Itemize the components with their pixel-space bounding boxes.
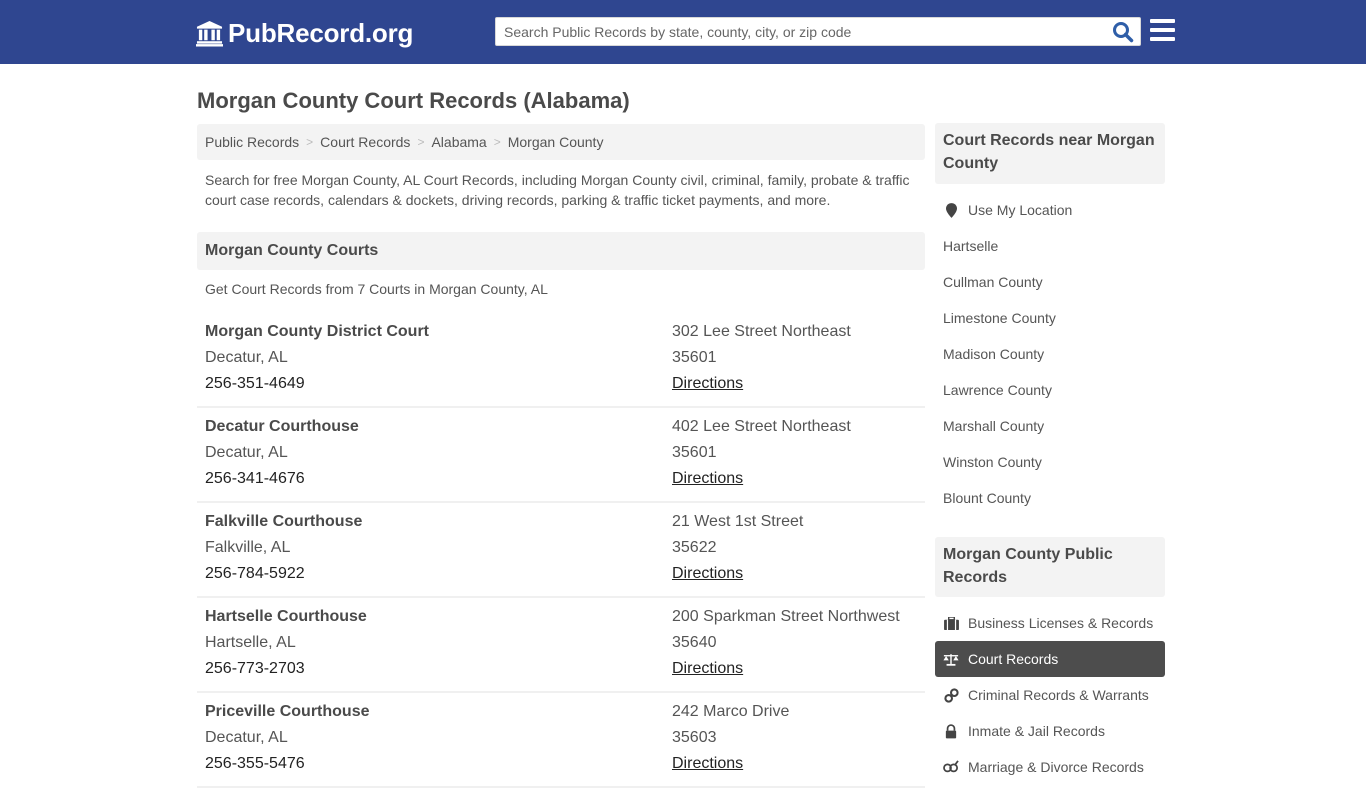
nearby-records-title: Court Records near Morgan County bbox=[935, 123, 1165, 184]
court-name: Morgan County District Court bbox=[205, 323, 429, 340]
courts-list: Morgan County District Court Decatur, AL… bbox=[197, 313, 925, 788]
nearby-item-madison-county[interactable]: Madison County bbox=[935, 336, 1165, 372]
nearby-list: Use My Location Hartselle Cullman County… bbox=[935, 192, 1165, 516]
top-navbar: PubRecord.org bbox=[0, 0, 1366, 64]
public-item-label: Court Records bbox=[968, 651, 1059, 667]
briefcase-icon bbox=[943, 615, 959, 631]
court-city: Decatur, AL bbox=[205, 349, 288, 366]
court-address: 402 Lee Street Northeast bbox=[672, 418, 851, 435]
public-records-list: Business Licenses & Records Court Record… bbox=[935, 605, 1165, 785]
use-my-location-label: Use My Location bbox=[968, 202, 1073, 218]
court-address: 200 Sparkman Street Northwest bbox=[672, 608, 900, 625]
court-address: 302 Lee Street Northeast bbox=[672, 323, 851, 340]
brand-name: PubRecord.org bbox=[228, 18, 414, 48]
breadcrumb-separator: > bbox=[493, 135, 501, 149]
breadcrumb-court-records[interactable]: Court Records bbox=[320, 134, 410, 150]
public-item-court-records[interactable]: Court Records bbox=[935, 641, 1165, 677]
courthouse-icon bbox=[196, 20, 223, 47]
public-item-marriage-records[interactable]: Marriage & Divorce Records bbox=[935, 749, 1165, 785]
breadcrumb-public-records[interactable]: Public Records bbox=[205, 134, 299, 150]
breadcrumb-alabama[interactable]: Alabama bbox=[431, 134, 486, 150]
lock-icon bbox=[943, 723, 959, 739]
nearby-item-cullman-county[interactable]: Cullman County bbox=[935, 264, 1165, 300]
breadcrumb: Public Records > Court Records > Alabama… bbox=[197, 124, 925, 160]
court-row: Decatur Courthouse Decatur, AL 256-341-4… bbox=[197, 408, 925, 503]
court-city: Decatur, AL bbox=[205, 444, 288, 461]
marriage-icon bbox=[943, 759, 959, 775]
courts-section-title: Morgan County Courts bbox=[197, 232, 925, 270]
court-zip: 35640 bbox=[672, 634, 717, 651]
breadcrumb-separator: > bbox=[306, 135, 314, 149]
court-city: Falkville, AL bbox=[205, 539, 291, 556]
court-city: Hartselle, AL bbox=[205, 634, 296, 651]
court-address: 242 Marco Drive bbox=[672, 703, 790, 720]
search-icon bbox=[1113, 22, 1134, 43]
directions-link[interactable]: Directions bbox=[672, 565, 743, 582]
court-name: Priceville Courthouse bbox=[205, 703, 370, 720]
menu-bar bbox=[1150, 19, 1175, 23]
court-name: Falkville Courthouse bbox=[205, 513, 363, 530]
nearby-item-limestone-county[interactable]: Limestone County bbox=[935, 300, 1165, 336]
court-phone[interactable]: 256-773-2703 bbox=[205, 656, 367, 682]
nearby-item-winston-county[interactable]: Winston County bbox=[935, 444, 1165, 480]
court-name: Hartselle Courthouse bbox=[205, 608, 367, 625]
public-item-label: Marriage & Divorce Records bbox=[968, 759, 1144, 775]
breadcrumb-separator: > bbox=[417, 135, 425, 149]
site-logo-link[interactable]: PubRecord.org bbox=[196, 17, 413, 49]
court-phone[interactable]: 256-355-5476 bbox=[205, 751, 370, 777]
court-phone[interactable]: 256-341-4676 bbox=[205, 466, 359, 492]
court-name: Decatur Courthouse bbox=[205, 418, 359, 435]
public-item-label: Inmate & Jail Records bbox=[968, 723, 1105, 739]
court-address: 21 West 1st Street bbox=[672, 513, 804, 530]
nearby-item-marshall-county[interactable]: Marshall County bbox=[935, 408, 1165, 444]
public-records-title: Morgan County Public Records bbox=[935, 537, 1165, 597]
balance-scale-icon bbox=[943, 651, 959, 667]
nearby-item-hartselle[interactable]: Hartselle bbox=[935, 228, 1165, 264]
search-input[interactable] bbox=[496, 18, 1106, 45]
directions-link[interactable]: Directions bbox=[672, 755, 743, 772]
public-item-business-licenses[interactable]: Business Licenses & Records bbox=[935, 605, 1165, 641]
menu-bar bbox=[1150, 28, 1175, 32]
handcuffs-icon bbox=[943, 687, 959, 703]
public-item-label: Criminal Records & Warrants bbox=[968, 687, 1149, 703]
page-title: Morgan County Court Records (Alabama) bbox=[197, 88, 630, 113]
court-zip: 35603 bbox=[672, 729, 717, 746]
menu-bar bbox=[1150, 37, 1175, 41]
directions-link[interactable]: Directions bbox=[672, 470, 743, 487]
court-zip: 35601 bbox=[672, 349, 717, 366]
court-row: Falkville Courthouse Falkville, AL 256-7… bbox=[197, 503, 925, 598]
courts-section-subtitle: Get Court Records from 7 Courts in Morga… bbox=[205, 281, 548, 297]
court-city: Decatur, AL bbox=[205, 729, 288, 746]
court-zip: 35601 bbox=[672, 444, 717, 461]
intro-text: Search for free Morgan County, AL Court … bbox=[205, 172, 910, 208]
court-row: Priceville Courthouse Decatur, AL 256-35… bbox=[197, 693, 925, 788]
directions-link[interactable]: Directions bbox=[672, 375, 743, 392]
hamburger-menu-button[interactable] bbox=[1150, 19, 1175, 41]
public-item-criminal-records[interactable]: Criminal Records & Warrants bbox=[935, 677, 1165, 713]
nearby-item-blount-county[interactable]: Blount County bbox=[935, 480, 1165, 516]
search-bar bbox=[495, 17, 1141, 46]
court-phone[interactable]: 256-351-4649 bbox=[205, 371, 429, 397]
use-my-location-link[interactable]: Use My Location bbox=[935, 192, 1165, 228]
court-row: Hartselle Courthouse Hartselle, AL 256-7… bbox=[197, 598, 925, 693]
court-phone[interactable]: 256-784-5922 bbox=[205, 561, 362, 587]
court-row: Morgan County District Court Decatur, AL… bbox=[197, 313, 925, 408]
directions-link[interactable]: Directions bbox=[672, 660, 743, 677]
breadcrumb-morgan-county[interactable]: Morgan County bbox=[508, 134, 604, 150]
court-zip: 35622 bbox=[672, 539, 717, 556]
public-item-inmate-records[interactable]: Inmate & Jail Records bbox=[935, 713, 1165, 749]
nearby-item-lawrence-county[interactable]: Lawrence County bbox=[935, 372, 1165, 408]
public-item-label: Business Licenses & Records bbox=[968, 615, 1154, 631]
map-marker-icon bbox=[943, 202, 959, 218]
search-button[interactable] bbox=[1112, 21, 1134, 43]
